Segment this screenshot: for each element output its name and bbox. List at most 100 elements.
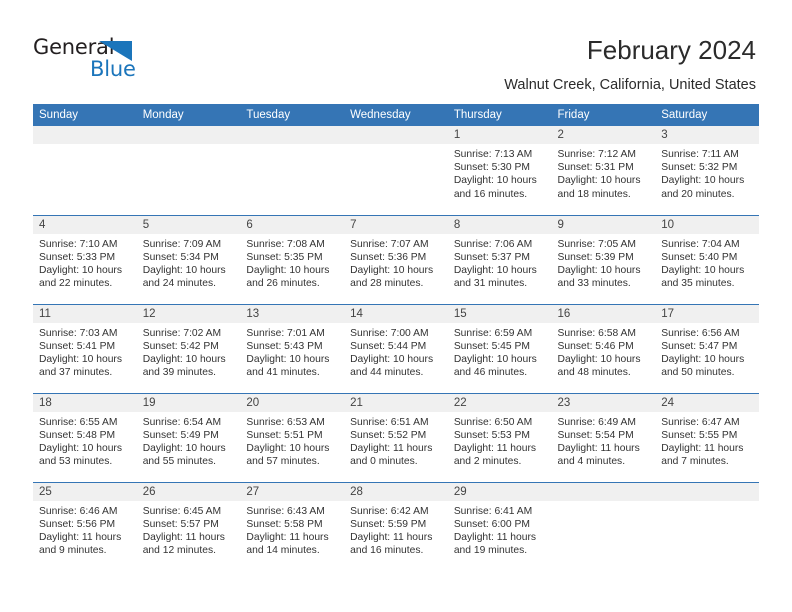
calendar-day-cell[interactable]: 24 Sunrise: 6:47 AM Sunset: 5:55 PM Dayligh… [655,392,759,482]
calendar-day-cell[interactable]: 23 Sunrise: 6:49 AM Sunset: 5:54 PM Dayligh… [551,392,656,482]
sunrise-text: Sunrise: 6:51 AM [350,416,429,428]
calendar-day-cell[interactable]: 13 Sunrise: 7:01 AM Sunset: 5:43 PM Dayligh… [240,303,345,393]
calendar-day-cell[interactable]: 11 Sunrise: 7:03 AM Sunset: 5:41 PM Dayligh… [33,303,137,393]
calendar-week-row: 4 Sunrise: 7:10 AM Sunset: 5:33 PM Daylight… [33,214,759,304]
daylight-text: Daylight: 10 hours and 20 minutes. [661,175,745,200]
calendar-day-cell[interactable]: 1 Sunrise: 7:13 AM Sunset: 5:30 PM Daylight… [447,126,552,215]
calendar-day-cell[interactable]: 4 Sunrise: 7:10 AM Sunset: 5:33 PM Daylight… [33,214,137,304]
daylight-text: Daylight: 10 hours and 53 minutes. [39,442,122,468]
calendar-day-cell[interactable]: 8 Sunrise: 7:06 AM Sunset: 5:37 PM Daylight… [447,214,552,304]
logo-text-blue: Blue [90,57,136,81]
daylight-text: Daylight: 10 hours and 48 minutes. [557,353,641,379]
daylight-text: Daylight: 11 hours and 12 minutes. [142,531,225,557]
daylight-text: Daylight: 10 hours and 41 minutes. [246,353,330,379]
weekday-header-tuesday: Tuesday [240,104,345,126]
daylight-text: Daylight: 11 hours and 14 minutes. [246,531,329,557]
daylight-text: Daylight: 11 hours and 19 minutes. [453,531,537,557]
day-sun-info: Sunrise: 6:43 AM Sunset: 5:58 PM Daylight:… [240,501,344,558]
day-sun-info: Sunrise: 6:45 AM Sunset: 5:57 PM Daylight:… [137,501,241,558]
calendar-day-cell[interactable]: 2 Sunrise: 7:12 AM Sunset: 5:31 PM Daylight… [551,126,656,215]
sunrise-text: Sunrise: 6:59 AM [453,327,533,339]
calendar-day-cell[interactable]: 21 Sunrise: 6:51 AM Sunset: 5:52 PM Dayligh… [344,392,448,482]
day-number [551,482,656,501]
calendar-day-cell[interactable]: 19 Sunrise: 6:54 AM Sunset: 5:49 PM Dayligh… [136,392,241,482]
calendar-week-row: 1 Sunrise: 7:13 AM Sunset: 5:30 PM Daylight… [33,126,759,215]
calendar-day-cell[interactable]: 28 Sunrise: 6:42 AM Sunset: 5:59 PM Dayligh… [344,481,448,571]
day-cell-content: 9 Sunrise: 7:05 AM Sunset: 5:39 PM Daylight… [551,215,656,304]
calendar-day-cell[interactable]: 29 Sunrise: 6:41 AM Sunset: 6:00 PM Dayligh… [447,481,552,571]
day-cell-content: 3 Sunrise: 7:11 AM Sunset: 5:32 PM Daylight… [655,126,759,214]
daylight-text: Daylight: 11 hours and 16 minutes. [350,531,433,557]
calendar-day-cell[interactable]: 6 Sunrise: 7:08 AM Sunset: 5:35 PM Daylight… [240,214,345,304]
day-number: 19 [136,393,241,412]
sunrise-text: Sunrise: 6:58 AM [557,327,636,339]
calendar-day-cell[interactable]: 27 Sunrise: 6:43 AM Sunset: 5:58 PM Dayligh… [240,481,345,571]
daylight-text: Daylight: 10 hours and 55 minutes. [142,442,226,468]
calendar-day-cell[interactable]: 14 Sunrise: 7:00 AM Sunset: 5:44 PM Dayligh… [344,303,448,393]
day-cell-content: 27 Sunrise: 6:43 AM Sunset: 5:58 PM Dayligh… [240,482,345,571]
daylight-text: Daylight: 11 hours and 0 minutes. [350,442,433,468]
calendar-day-cell[interactable]: 16 Sunrise: 6:58 AM Sunset: 5:46 PM Dayligh… [551,303,656,393]
day-cell-content: 12 Sunrise: 7:02 AM Sunset: 5:42 PM Dayligh… [136,304,241,393]
sunrise-text: Sunrise: 6:49 AM [557,416,636,428]
calendar-day-cell [655,481,759,571]
calendar-day-cell [344,126,448,215]
day-sun-info: Sunrise: 7:02 AM Sunset: 5:42 PM Daylight:… [137,323,241,380]
calendar-day-cell[interactable]: 22 Sunrise: 6:50 AM Sunset: 5:53 PM Dayligh… [447,392,552,482]
daylight-text: Daylight: 10 hours and 39 minutes. [142,353,226,379]
sunrise-text: Sunrise: 7:06 AM [453,238,533,250]
day-number: 5 [136,215,241,234]
calendar-day-cell[interactable]: 15 Sunrise: 6:59 AM Sunset: 5:45 PM Dayligh… [447,303,552,393]
sunset-text: Sunset: 5:32 PM [661,162,738,174]
weekday-header-sunday: Sunday [33,104,137,126]
sunset-text: Sunset: 5:55 PM [661,429,738,441]
day-cell-content: 17 Sunrise: 6:56 AM Sunset: 5:47 PM Dayligh… [655,304,759,393]
day-number: 2 [551,126,656,144]
day-cell-content: 11 Sunrise: 7:03 AM Sunset: 5:41 PM Dayligh… [33,304,137,393]
sunset-text: Sunset: 5:35 PM [246,251,323,263]
day-sun-info: Sunrise: 7:01 AM Sunset: 5:43 PM Daylight:… [240,323,344,380]
calendar-week-row: 11 Sunrise: 7:03 AM Sunset: 5:41 PM Dayligh… [33,303,759,393]
calendar-day-cell[interactable]: 20 Sunrise: 6:53 AM Sunset: 5:51 PM Dayligh… [240,392,345,482]
daylight-text: Daylight: 10 hours and 46 minutes. [453,353,537,379]
sunrise-text: Sunrise: 7:04 AM [661,238,740,250]
calendar-day-cell[interactable]: 18 Sunrise: 6:55 AM Sunset: 5:48 PM Dayligh… [33,392,137,482]
day-sun-info: Sunrise: 6:50 AM Sunset: 5:53 PM Daylight:… [448,412,552,469]
day-sun-info: Sunrise: 6:46 AM Sunset: 5:56 PM Daylight:… [33,501,137,558]
day-sun-info: Sunrise: 7:07 AM Sunset: 5:36 PM Daylight:… [344,234,448,291]
sunrise-text: Sunrise: 7:01 AM [246,327,325,339]
page-subtitle: Walnut Creek, California, United States [504,77,756,93]
calendar-day-cell[interactable]: 26 Sunrise: 6:45 AM Sunset: 5:57 PM Dayligh… [136,481,241,571]
day-number: 29 [447,482,552,501]
calendar-day-cell[interactable]: 25 Sunrise: 6:46 AM Sunset: 5:56 PM Dayligh… [33,481,137,571]
calendar-header-row: Sunday Monday Tuesday Wednesday Thursday… [33,104,759,126]
sunrise-text: Sunrise: 6:42 AM [350,505,429,517]
daylight-text: Daylight: 10 hours and 26 minutes. [246,264,330,290]
day-number: 14 [344,304,448,323]
calendar-day-cell[interactable]: 5 Sunrise: 7:09 AM Sunset: 5:34 PM Daylight… [136,214,241,304]
day-number: 16 [551,304,656,323]
sunset-text: Sunset: 6:00 PM [453,518,530,530]
calendar-day-cell [136,126,241,215]
day-sun-info: Sunrise: 7:03 AM Sunset: 5:41 PM Daylight:… [33,323,137,380]
calendar-day-cell[interactable]: 9 Sunrise: 7:05 AM Sunset: 5:39 PM Daylight… [551,214,656,304]
daylight-text: Daylight: 10 hours and 28 minutes. [350,264,434,290]
calendar-day-cell[interactable]: 10 Sunrise: 7:04 AM Sunset: 5:40 PM Dayligh… [655,214,759,304]
day-cell-content: 4 Sunrise: 7:10 AM Sunset: 5:33 PM Daylight… [33,215,137,304]
day-cell-content: 2 Sunrise: 7:12 AM Sunset: 5:31 PM Daylight… [551,126,656,214]
sunrise-text: Sunrise: 7:07 AM [350,238,429,250]
general-blue-logo[interactable]: General Blue [33,36,148,82]
calendar-day-cell[interactable]: 17 Sunrise: 6:56 AM Sunset: 5:47 PM Dayligh… [655,303,759,393]
calendar-body: 1 Sunrise: 7:13 AM Sunset: 5:30 PM Daylight… [33,126,759,571]
day-cell-content: 16 Sunrise: 6:58 AM Sunset: 5:46 PM Dayligh… [551,304,656,393]
sunrise-text: Sunrise: 7:13 AM [453,149,533,160]
sunset-text: Sunset: 5:31 PM [557,162,634,174]
day-number: 4 [33,215,137,234]
day-cell-content: 8 Sunrise: 7:06 AM Sunset: 5:37 PM Daylight… [447,215,552,304]
sunset-text: Sunset: 5:46 PM [557,340,634,352]
day-number: 20 [240,393,345,412]
calendar-day-cell[interactable]: 12 Sunrise: 7:02 AM Sunset: 5:42 PM Dayligh… [136,303,241,393]
calendar-day-cell[interactable]: 3 Sunrise: 7:11 AM Sunset: 5:32 PM Daylight… [655,126,759,215]
sunset-text: Sunset: 5:51 PM [246,429,323,441]
calendar-day-cell[interactable]: 7 Sunrise: 7:07 AM Sunset: 5:36 PM Daylight… [344,214,448,304]
